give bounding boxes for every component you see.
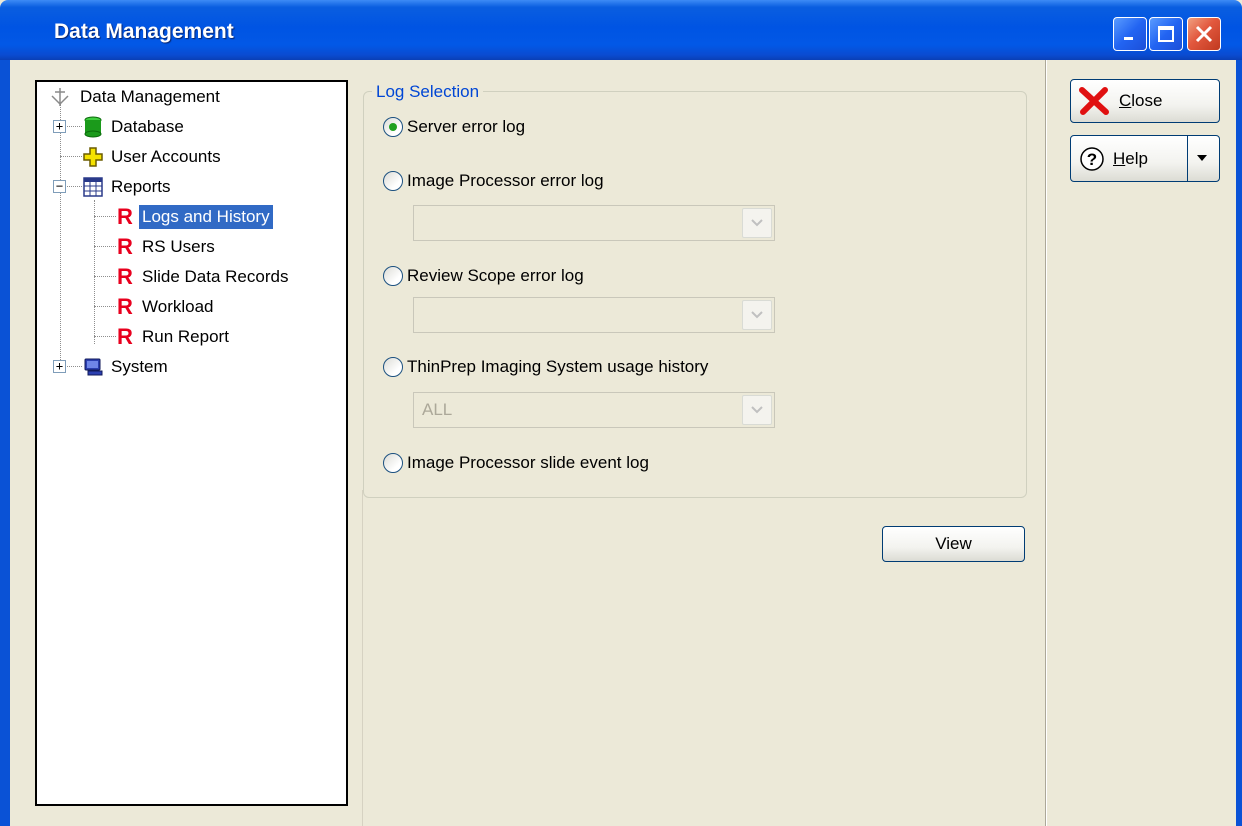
tree-item-label: RS Users [142, 237, 215, 256]
radio-label: Review Scope error log [407, 266, 584, 285]
tree-item-label: Workload [142, 297, 214, 316]
tree-item-rs-users[interactable]: R RS Users [117, 234, 218, 260]
radio-button[interactable] [383, 357, 403, 377]
view-button[interactable]: View [882, 526, 1025, 562]
tree-connector [94, 306, 116, 307]
report-icon: R [117, 294, 133, 319]
window-close-button[interactable] [1187, 17, 1221, 51]
tree-item-database[interactable]: Database [82, 114, 187, 140]
radio-label: Server error log [407, 117, 526, 136]
radio-button[interactable] [383, 266, 403, 286]
database-icon [84, 116, 102, 138]
system-icon [84, 358, 103, 376]
radio-button[interactable] [383, 117, 403, 137]
review-scope-select[interactable] [413, 297, 775, 333]
tree-connector [94, 216, 116, 217]
tree-item-label: Logs and History [139, 205, 273, 229]
tree-item-workload[interactable]: R Workload [117, 294, 217, 320]
usage-history-select[interactable]: ALL [413, 392, 775, 428]
radio-selected-dot [389, 123, 397, 131]
tree-item-logs-and-history[interactable]: R Logs and History [117, 204, 273, 230]
log-selection-title: Log Selection [372, 82, 484, 102]
view-button-label: View [935, 534, 972, 553]
reports-icon [83, 177, 103, 197]
tree-item-label: System [111, 357, 168, 376]
tree-connector [94, 200, 95, 344]
content-separator [362, 490, 364, 826]
tree-root-icon [51, 88, 69, 106]
radio-button[interactable] [383, 453, 403, 473]
close-icon [1195, 25, 1213, 43]
navigation-tree[interactable]: Data Management + Database User Accounts… [35, 80, 348, 806]
dropdown-button[interactable] [742, 395, 772, 425]
report-icon: R [117, 324, 133, 349]
title-bar: Data Management [0, 0, 1242, 60]
help-split-divider [1187, 136, 1188, 181]
chevron-down-icon [751, 219, 763, 227]
tree-connector [94, 276, 116, 277]
tree-item-label: Slide Data Records [142, 267, 289, 286]
maximize-icon [1158, 26, 1174, 42]
radio-button[interactable] [383, 171, 403, 191]
reports-expander[interactable]: − [53, 180, 66, 193]
radio-review-scope-error-log[interactable]: Review Scope error log [383, 266, 584, 286]
database-expander[interactable]: + [53, 120, 66, 133]
user-accounts-icon [83, 147, 103, 167]
maximize-button[interactable] [1149, 17, 1183, 51]
radio-label: ThinPrep Imaging System usage history [407, 357, 709, 376]
tree-item-system[interactable]: System [82, 354, 171, 380]
help-button[interactable]: ? Help [1070, 135, 1220, 182]
tree-item-slide-data-records[interactable]: R Slide Data Records [117, 264, 291, 290]
close-button[interactable]: Close [1070, 79, 1220, 123]
tree-item-user-accounts[interactable]: User Accounts [82, 144, 224, 170]
chevron-down-icon [751, 311, 763, 319]
help-icon: ? [1080, 146, 1104, 171]
log-selection-group [363, 91, 1027, 498]
report-icon: R [117, 234, 133, 259]
chevron-down-icon [751, 406, 763, 414]
panel-separator [1045, 60, 1047, 826]
tree-item-label: Reports [111, 177, 171, 196]
red-x-icon [1079, 87, 1109, 115]
radio-label: Image Processor slide event log [407, 453, 649, 472]
tree-item-run-report[interactable]: R Run Report [117, 324, 232, 350]
tree-connector [60, 104, 61, 372]
image-processor-select[interactable] [413, 205, 775, 241]
close-button-label: Close [1119, 91, 1163, 110]
select-value: ALL [422, 400, 453, 419]
tree-root-label: Data Management [80, 87, 220, 106]
radio-usage-history[interactable]: ThinPrep Imaging System usage history [383, 357, 708, 377]
dropdown-button[interactable] [742, 300, 772, 330]
report-icon: R [117, 264, 133, 289]
tree-connector [60, 156, 82, 157]
window-title: Data Management [54, 20, 234, 43]
system-expander[interactable]: + [53, 360, 66, 373]
window-frame-right [1236, 60, 1242, 826]
tree-item-label: Run Report [142, 327, 229, 346]
tree-connector [94, 246, 116, 247]
window-frame-left [0, 60, 10, 826]
report-icon: R [117, 204, 133, 229]
tree-root[interactable]: Data Management [49, 84, 223, 110]
radio-server-error-log[interactable]: Server error log [383, 117, 525, 137]
tree-item-reports[interactable]: Reports [82, 174, 174, 200]
radio-label: Image Processor error log [407, 171, 604, 190]
tree-item-label: Database [111, 117, 184, 136]
tree-item-label: User Accounts [111, 147, 221, 166]
minimize-icon [1124, 37, 1133, 40]
help-button-label: Help [1113, 148, 1148, 168]
radio-image-processor-error-log[interactable]: Image Processor error log [383, 171, 604, 191]
chevron-down-icon[interactable] [1195, 153, 1209, 163]
tree-connector [94, 336, 116, 337]
svg-text:?: ? [1087, 150, 1097, 169]
minimize-button[interactable] [1113, 17, 1147, 51]
dropdown-button[interactable] [742, 208, 772, 238]
radio-slide-event-log[interactable]: Image Processor slide event log [383, 453, 649, 473]
